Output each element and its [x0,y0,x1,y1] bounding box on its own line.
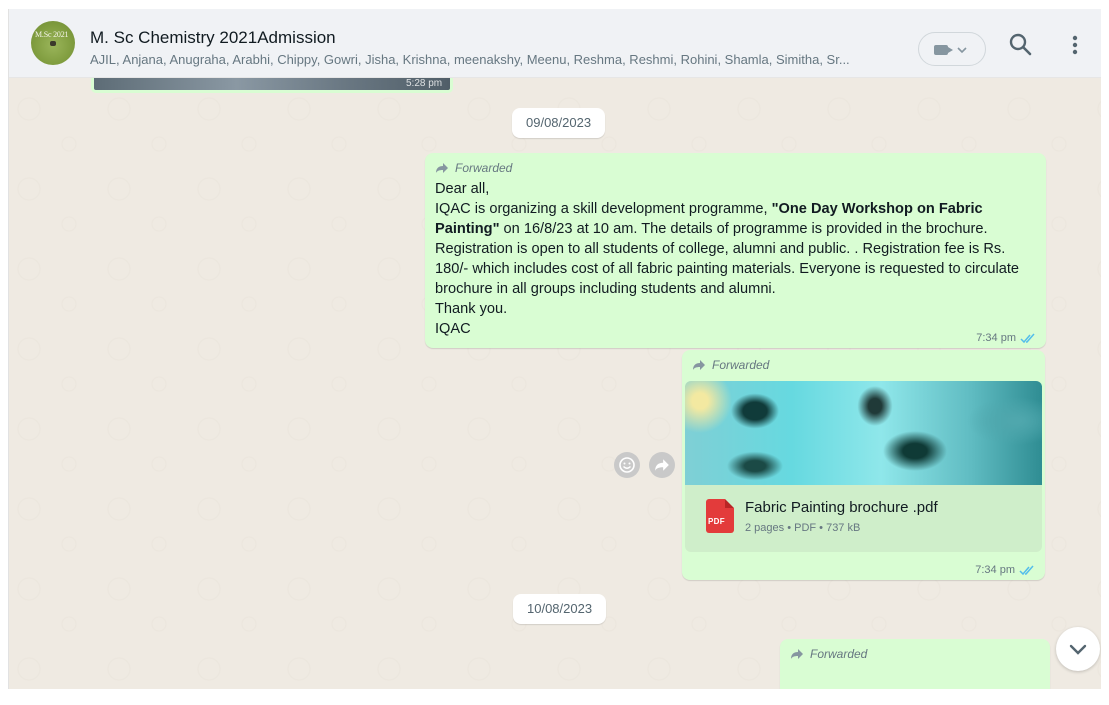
chat-window: M.Sc 2021 M. Sc Chemistry 2021Admission … [8,9,1101,689]
forwarded-text: Forwarded [712,358,770,372]
chat-title[interactable]: M. Sc Chemistry 2021Admission [90,28,336,48]
document-name: Fabric Painting brochure .pdf [745,499,938,516]
message-text[interactable]: Dear all, IQAC is organizing a skill dev… [435,179,1036,339]
message-meta: 7:34 pm [975,564,1035,576]
document-attachment[interactable]: PDF Fabric Painting brochure .pdf 2 page… [685,485,1042,552]
date-separator: 09/08/2023 [512,108,606,138]
chevron-down-icon [957,40,967,63]
video-call-button[interactable] [918,32,986,66]
avatar-text: M.Sc 2021 [35,30,69,39]
read-ticks-icon [1019,565,1034,575]
message-time: 7:34 pm [975,564,1015,576]
message-line: Thank you. [435,301,508,317]
forwarded-label: Forwarded [790,647,867,661]
group-avatar[interactable]: M.Sc 2021 [31,21,75,65]
message-line: IQAC [435,321,471,337]
chat-members-list[interactable]: AJIL, Anjana, Anugraha, Arabhi, Chippy, … [90,52,850,67]
forwarded-text: Forwarded [455,161,513,175]
forwarded-label: Forwarded [692,358,769,372]
message-bubble[interactable]: Forwarded [780,639,1050,689]
forward-arrow-icon [436,163,448,173]
message-bubble[interactable]: Forwarded Dear all, IQAC is organizing a… [425,153,1046,348]
pdf-file-icon: PDF [706,499,734,533]
forward-arrow-icon [791,649,803,659]
avatar-figure [50,41,56,46]
message-time: 7:34 pm [976,332,1016,344]
video-call-icon [934,45,953,55]
reaction-emoji-icon[interactable] [614,452,640,478]
forwarded-text: Forwarded [810,647,868,661]
message-time: 5:28 pm [406,78,443,89]
forward-icon[interactable] [649,452,675,478]
scroll-to-bottom-button[interactable] [1056,627,1100,671]
forwarded-label: Forwarded [435,161,1036,175]
pdf-type-label: PDF [708,517,725,526]
forward-arrow-icon [693,360,705,370]
message-paragraph: IQAC is organizing a skill development p… [435,199,1036,299]
message-span: IQAC is organizing a skill development p… [435,201,772,217]
chat-header[interactable]: M.Sc 2021 M. Sc Chemistry 2021Admission … [9,9,1101,78]
document-message-bubble[interactable]: Forwarded PDF Fabric Painting brochure .… [682,350,1045,580]
search-icon[interactable] [1007,31,1035,59]
document-info: 2 pages • PDF • 737 kB [745,522,861,534]
document-thumbnail[interactable] [685,381,1042,485]
read-ticks-icon [1020,333,1035,343]
message-line: Dear all, [435,181,490,197]
chevron-down-icon [1069,644,1087,655]
message-meta: 7:34 pm [976,332,1036,344]
message-span: on 16/8/23 at 10 am. The details of prog… [435,221,1020,297]
previous-image-message[interactable] [91,77,453,93]
more-options-icon[interactable] [1063,31,1087,59]
date-separator: 10/08/2023 [513,594,607,624]
